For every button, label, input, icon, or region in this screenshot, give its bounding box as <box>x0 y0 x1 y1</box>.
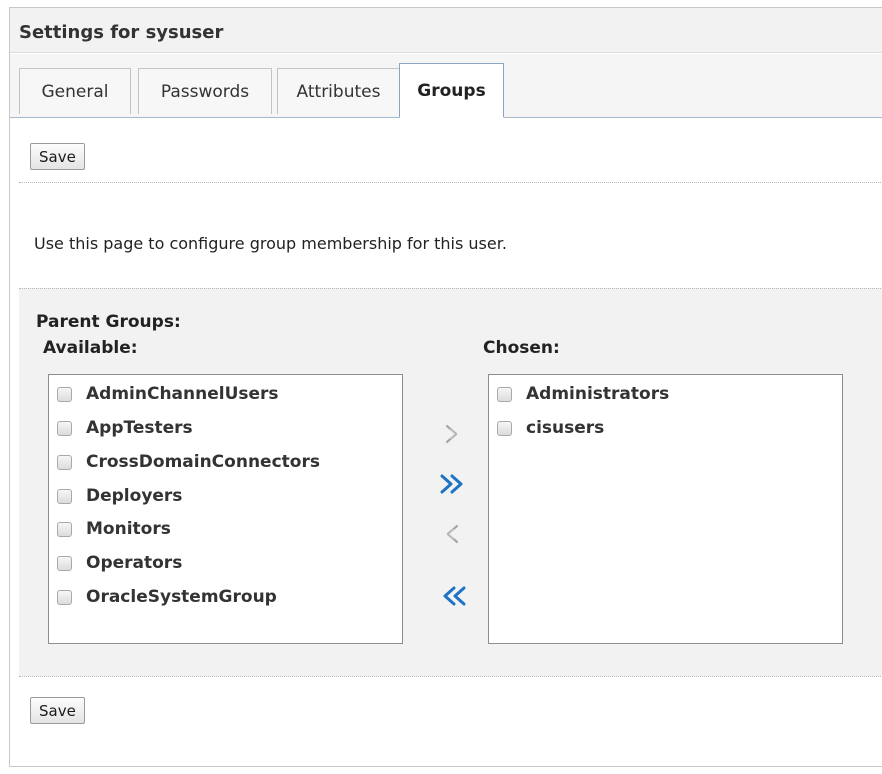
divider <box>19 182 882 183</box>
checkbox[interactable] <box>57 454 72 470</box>
tab-attributes[interactable]: Attributes <box>277 68 400 114</box>
group-name: AppTesters <box>86 418 193 438</box>
remove-all-button[interactable] <box>438 581 468 611</box>
list-item[interactable]: CrossDomainConnectors <box>57 449 320 475</box>
move-all-button[interactable] <box>438 469 468 499</box>
group-name: AdminChannelUsers <box>86 384 279 404</box>
group-name: cisusers <box>526 418 605 438</box>
checkbox[interactable] <box>57 589 72 605</box>
available-label: Available: <box>43 338 138 358</box>
group-name: Operators <box>86 553 183 573</box>
list-item[interactable]: Administrators <box>497 381 669 407</box>
list-item[interactable]: Monitors <box>57 516 171 542</box>
title-bar: Settings for sysuser <box>10 8 882 53</box>
list-item[interactable]: Operators <box>57 550 182 576</box>
checkbox[interactable] <box>57 386 72 402</box>
save-button-bottom[interactable]: Save <box>30 697 85 724</box>
group-name: Administrators <box>526 384 670 404</box>
group-name: Monitors <box>86 519 171 539</box>
parent-groups-section: Parent Groups: Available: Chosen: AdminC… <box>19 288 882 676</box>
group-name: Deployers <box>86 486 183 506</box>
list-item[interactable]: cisusers <box>497 415 604 441</box>
page-description: Use this page to configure group members… <box>34 234 507 253</box>
group-name: OracleSystemGroup <box>86 587 277 607</box>
remove-button[interactable] <box>437 519 467 549</box>
checkbox[interactable] <box>57 488 72 504</box>
double-chevron-left-icon <box>443 586 466 606</box>
list-item[interactable]: OracleSystemGroup <box>57 584 277 610</box>
group-name: CrossDomainConnectors <box>86 452 320 472</box>
chosen-label: Chosen: <box>483 338 560 358</box>
chosen-list[interactable]: Administrators cisusers <box>488 374 843 644</box>
double-chevron-right-icon <box>440 474 463 494</box>
chevron-right-icon <box>445 424 458 444</box>
tab-passwords[interactable]: Passwords <box>138 68 272 114</box>
chevron-left-icon <box>446 524 459 544</box>
save-button-top[interactable]: Save <box>30 143 85 170</box>
checkbox[interactable] <box>497 420 512 436</box>
tab-bar: General Passwords Attributes Groups <box>10 54 882 118</box>
tab-groups[interactable]: Groups <box>399 63 504 118</box>
tab-general[interactable]: General <box>19 68 131 114</box>
list-item[interactable]: AdminChannelUsers <box>57 381 279 407</box>
page-title: Settings for sysuser <box>19 22 224 43</box>
checkbox[interactable] <box>57 521 72 537</box>
checkbox[interactable] <box>57 555 72 571</box>
settings-panel: Settings for sysuser General Passwords A… <box>9 7 882 767</box>
parent-groups-heading: Parent Groups: <box>36 312 181 332</box>
checkbox[interactable] <box>497 386 512 402</box>
divider <box>19 676 882 677</box>
available-list[interactable]: AdminChannelUsers AppTesters CrossDomain… <box>48 374 403 644</box>
list-item[interactable]: AppTesters <box>57 415 193 441</box>
checkbox[interactable] <box>57 420 72 436</box>
list-item[interactable]: Deployers <box>57 483 182 509</box>
move-button[interactable] <box>437 419 467 449</box>
